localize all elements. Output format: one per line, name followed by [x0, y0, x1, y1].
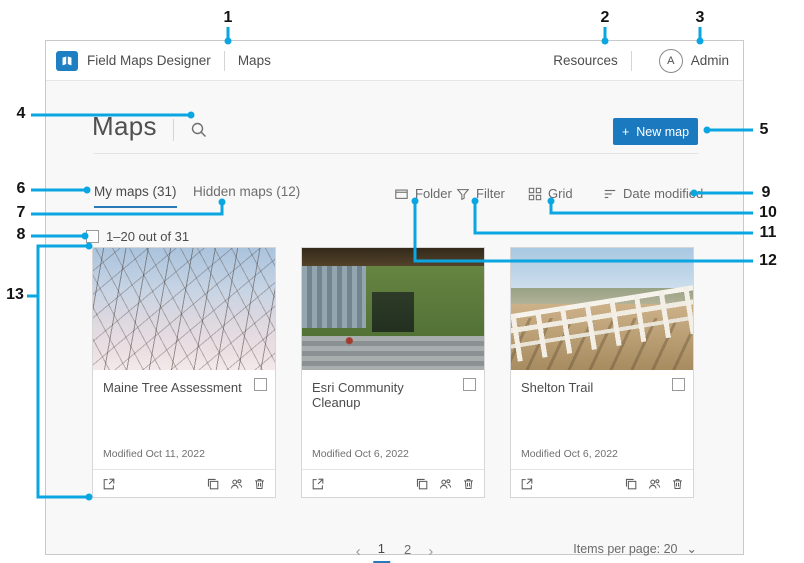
new-map-label: New map [636, 125, 689, 139]
sort-label: Date modified [623, 186, 703, 201]
callout-number-8: 8 [17, 226, 26, 244]
title-divider [173, 119, 174, 141]
items-per-page-select[interactable]: Items per page: 20 ⌄ [573, 541, 697, 556]
card-title: Maine Tree Assessment [103, 380, 243, 395]
delete-icon[interactable] [671, 477, 684, 491]
card-thumbnail[interactable] [302, 248, 484, 370]
header-divider [224, 51, 225, 71]
card-title: Shelton Trail [521, 380, 661, 395]
sort-button[interactable]: Date modified [603, 186, 703, 201]
resources-link[interactable]: Resources [553, 53, 618, 68]
header-divider-2 [631, 51, 632, 71]
page-title: Maps [92, 111, 157, 142]
search-icon[interactable] [190, 121, 208, 139]
callout-number-2: 2 [601, 9, 610, 27]
folder-button[interactable]: Folder [394, 186, 452, 201]
callout-number-7: 7 [17, 204, 26, 222]
pagination: ‹ 1 2 › [353, 539, 436, 563]
filter-icon [456, 187, 470, 201]
chevron-down-icon: ⌄ [687, 541, 697, 556]
duplicate-icon[interactable] [624, 477, 638, 491]
card-checkbox[interactable] [254, 378, 267, 391]
card-modified: Modified Oct 6, 2022 [312, 448, 409, 460]
card-footer [511, 470, 693, 497]
app-title: Field Maps Designer [87, 53, 211, 68]
grid-icon [528, 187, 542, 201]
plus-icon: + [622, 125, 629, 139]
map-card[interactable]: Shelton Trail Modified Oct 6, 2022 [510, 247, 694, 498]
callout-number-12: 12 [759, 252, 777, 270]
sort-icon [603, 187, 617, 201]
avatar[interactable]: A [659, 49, 683, 73]
filter-button[interactable]: Filter [456, 186, 505, 201]
folder-icon [394, 187, 409, 201]
new-map-button[interactable]: + New map [613, 118, 698, 145]
callout-number-1: 1 [224, 9, 233, 27]
card-title: Esri Community Cleanup [312, 380, 452, 410]
callout-number-3: 3 [696, 9, 705, 27]
card-footer [302, 470, 484, 497]
map-card[interactable]: Esri Community Cleanup Modified Oct 6, 2… [301, 247, 485, 498]
card-footer [93, 470, 275, 497]
selection-row: 1–20 out of 31 [86, 229, 189, 244]
delete-icon[interactable] [462, 477, 475, 491]
page-1-button[interactable]: 1 [373, 539, 390, 563]
map-card[interactable]: Maine Tree Assessment Modified Oct 11, 2… [92, 247, 276, 498]
callout-number-4: 4 [17, 105, 26, 123]
app-header: Field Maps Designer Maps Resources A Adm… [46, 41, 743, 81]
screenshot-root: Field Maps Designer Maps Resources A Adm… [0, 0, 804, 562]
field-maps-logo-icon [56, 51, 78, 71]
selection-range-label: 1–20 out of 31 [106, 229, 189, 244]
card-modified: Modified Oct 11, 2022 [103, 448, 205, 460]
avatar-initial: A [667, 55, 674, 67]
folder-label: Folder [415, 186, 452, 201]
callout-number-13: 13 [6, 286, 24, 304]
share-icon[interactable] [229, 477, 244, 491]
filter-label: Filter [476, 186, 505, 201]
open-map-icon[interactable] [520, 477, 534, 491]
grid-view-button[interactable]: Grid [528, 186, 573, 201]
select-all-checkbox[interactable] [86, 230, 99, 243]
grid-label: Grid [548, 186, 573, 201]
open-map-icon[interactable] [311, 477, 325, 491]
app-window: Field Maps Designer Maps Resources A Adm… [45, 40, 744, 555]
items-per-page-label: Items per page: 20 [573, 542, 677, 556]
duplicate-icon[interactable] [206, 477, 220, 491]
callout-number-6: 6 [17, 180, 26, 198]
card-modified: Modified Oct 6, 2022 [521, 448, 618, 460]
tab-hidden-maps[interactable]: Hidden maps (12) [193, 184, 300, 206]
card-info: Maine Tree Assessment Modified Oct 11, 2… [93, 370, 275, 470]
card-checkbox[interactable] [672, 378, 685, 391]
open-map-icon[interactable] [102, 477, 116, 491]
chevron-left-icon[interactable]: ‹ [353, 543, 364, 560]
card-thumbnail[interactable] [93, 248, 275, 370]
share-icon[interactable] [438, 477, 453, 491]
user-menu[interactable]: Admin [691, 53, 729, 68]
tab-my-maps[interactable]: My maps (31) [94, 184, 177, 208]
callout-number-5: 5 [760, 121, 769, 139]
breadcrumb-maps[interactable]: Maps [238, 53, 271, 68]
callout-number-11: 11 [760, 224, 777, 242]
duplicate-icon[interactable] [415, 477, 429, 491]
share-icon[interactable] [647, 477, 662, 491]
callout-number-9: 9 [762, 184, 771, 202]
page-2-button[interactable]: 2 [399, 540, 416, 562]
card-info: Esri Community Cleanup Modified Oct 6, 2… [302, 370, 484, 470]
fence-graphic [511, 283, 693, 365]
chevron-right-icon[interactable]: › [425, 543, 436, 560]
card-info: Shelton Trail Modified Oct 6, 2022 [511, 370, 693, 470]
card-thumbnail[interactable] [511, 248, 693, 370]
card-checkbox[interactable] [463, 378, 476, 391]
title-rule [94, 153, 698, 154]
delete-icon[interactable] [253, 477, 266, 491]
callout-number-10: 10 [759, 204, 777, 222]
